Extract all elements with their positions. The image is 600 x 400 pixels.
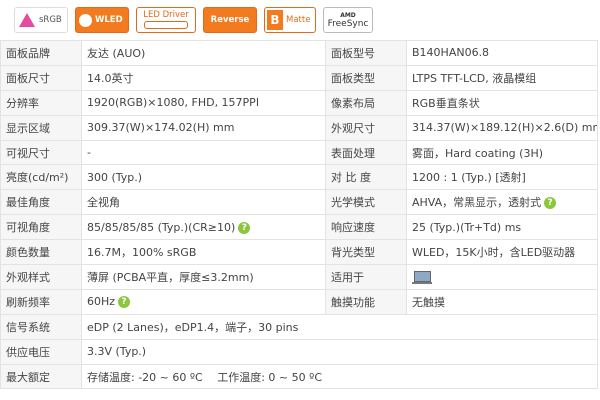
- spec-value: RGB垂直条状: [406, 89, 598, 116]
- feature-badge-bar: sRGB WLED LED Driver Reverse B Matte AMD…: [0, 0, 600, 40]
- spec-label: 刷新频率: [0, 288, 82, 315]
- spec-value: AHVA，常黑显示，透射式?: [406, 189, 598, 216]
- table-row: 面板尺寸 14.0英寸 面板类型 LTPS TFT-LCD, 液晶模组: [0, 64, 598, 91]
- spec-label: 分辨率: [0, 89, 82, 116]
- spec-label: 像素布局: [325, 89, 407, 116]
- spec-label: 可视尺寸: [0, 139, 82, 166]
- spec-value: LTPS TFT-LCD, 液晶模组: [406, 64, 598, 91]
- table-row: 分辨率 1920(RGB)×1080, FHD, 157PPI 像素布局 RGB…: [0, 89, 598, 116]
- table-row: 亮度(cd/m²) 300 (Typ.) 对 比 度 1200 : 1 (Typ…: [0, 164, 598, 191]
- spec-label: 响应速度: [325, 214, 407, 241]
- table-row: 刷新频率 60Hz? 触摸功能 无触摸: [0, 288, 598, 315]
- spec-value: 25 (Typ.)(Tr+Td) ms: [406, 214, 598, 241]
- spec-value: 300 (Typ.): [81, 164, 326, 191]
- spec-value: 16.7M，100% sRGB: [81, 239, 326, 266]
- spec-value: 314.37(W)×189.12(H)×2.6(D) mm: [406, 114, 598, 141]
- spec-value: -: [81, 139, 326, 166]
- spec-table: 面板品牌 友达 (AUO) 面板型号 B140HAN06.8 面板尺寸 14.0…: [0, 40, 598, 390]
- spec-value: 1200 : 1 (Typ.) [透射]: [406, 164, 598, 191]
- spec-label: 可视角度: [0, 214, 82, 241]
- spec-label: 显示区域: [0, 114, 82, 141]
- spec-label: 亮度(cd/m²): [0, 164, 82, 191]
- spec-label: 颜色数量: [0, 239, 82, 266]
- srgb-badge[interactable]: sRGB: [14, 7, 68, 33]
- spec-value: 85/85/85/85 (Typ.)(CR≥10)?: [81, 214, 326, 241]
- spec-value: 309.37(W)×174.02(H) mm: [81, 114, 326, 141]
- matte-badge[interactable]: B Matte: [264, 7, 316, 33]
- spec-label: 最大额定: [0, 363, 82, 390]
- spec-value: 存储温度: -20 ~ 60 ºC 工作温度: 0 ~ 50 ºC: [81, 363, 598, 390]
- freesync-badge[interactable]: AMD FreeSync: [323, 7, 373, 33]
- table-row: 可视尺寸 - 表面处理 雾面，Hard coating (3H): [0, 139, 598, 166]
- spec-label: 外观样式: [0, 264, 82, 290]
- color-gamut-icon: [19, 13, 35, 27]
- table-row: 颜色数量 16.7M，100% sRGB 背光类型 WLED，15K小时，含LE…: [0, 239, 598, 266]
- help-icon[interactable]: ?: [544, 197, 557, 210]
- spec-value: eDP (2 Lanes)，eDP1.4，端子，30 pins: [81, 313, 598, 340]
- spec-value: 3.3V (Typ.): [81, 338, 598, 365]
- spec-label: 对 比 度: [325, 164, 407, 191]
- table-row: 信号系统 eDP (2 Lanes)，eDP1.4，端子，30 pins: [0, 313, 598, 340]
- table-row: 可视角度 85/85/85/85 (Typ.)(CR≥10)? 响应速度 25 …: [0, 214, 598, 241]
- spec-label: 最佳角度: [0, 189, 82, 216]
- spec-label: 外观尺寸: [325, 114, 407, 141]
- wled-badge[interactable]: WLED: [75, 7, 129, 33]
- matte-icon: B: [267, 10, 283, 30]
- spec-value: WLED，15K小时，含LED驱动器: [406, 239, 598, 266]
- reverse-badge[interactable]: Reverse: [203, 7, 257, 33]
- spec-label: 触摸功能: [325, 288, 407, 315]
- led-driver-badge[interactable]: LED Driver: [136, 7, 196, 33]
- panel-model-link[interactable]: B140HAN06.8: [406, 40, 598, 66]
- spec-value: 雾面，Hard coating (3H): [406, 139, 598, 166]
- table-row: 最佳角度 全视角 光学模式 AHVA，常黑显示，透射式?: [0, 189, 598, 216]
- laptop-icon[interactable]: [412, 270, 432, 284]
- spec-value: 薄屏 (PCBA平直，厚度≤3.2mm): [81, 264, 326, 290]
- spec-label: 面板型号: [325, 40, 407, 66]
- spec-label: 面板尺寸: [0, 64, 82, 91]
- spec-label: 供应电压: [0, 338, 82, 365]
- spec-value: 1920(RGB)×1080, FHD, 157PPI: [81, 89, 326, 116]
- spec-label: 光学模式: [325, 189, 407, 216]
- help-icon[interactable]: ?: [238, 221, 251, 234]
- led-strip-icon: [144, 21, 188, 29]
- table-row: 外观样式 薄屏 (PCBA平直，厚度≤3.2mm) 适用于: [0, 264, 598, 290]
- spec-label: 表面处理: [325, 139, 407, 166]
- spec-label: 面板品牌: [0, 40, 82, 66]
- table-row: 供应电压 3.3V (Typ.): [0, 338, 598, 365]
- bulb-icon: [79, 13, 92, 27]
- table-row: 最大额定 存储温度: -20 ~ 60 ºC 工作温度: 0 ~ 50 ºC: [0, 363, 598, 390]
- panel-size-link[interactable]: 14.0英寸: [81, 64, 326, 91]
- spec-label: 背光类型: [325, 239, 407, 266]
- panel-brand-link[interactable]: 友达 (AUO): [81, 40, 326, 66]
- spec-value: 无触摸: [406, 288, 598, 315]
- spec-value: [406, 264, 598, 290]
- table-row: 显示区域 309.37(W)×174.02(H) mm 外观尺寸 314.37(…: [0, 114, 598, 141]
- spec-label: 信号系统: [0, 313, 82, 340]
- spec-value: 全视角: [81, 189, 326, 216]
- spec-label: 适用于: [325, 264, 407, 290]
- table-row: 面板品牌 友达 (AUO) 面板型号 B140HAN06.8: [0, 40, 598, 66]
- help-icon[interactable]: ?: [118, 296, 131, 309]
- spec-label: 面板类型: [325, 64, 407, 91]
- spec-value: 60Hz?: [81, 288, 326, 315]
